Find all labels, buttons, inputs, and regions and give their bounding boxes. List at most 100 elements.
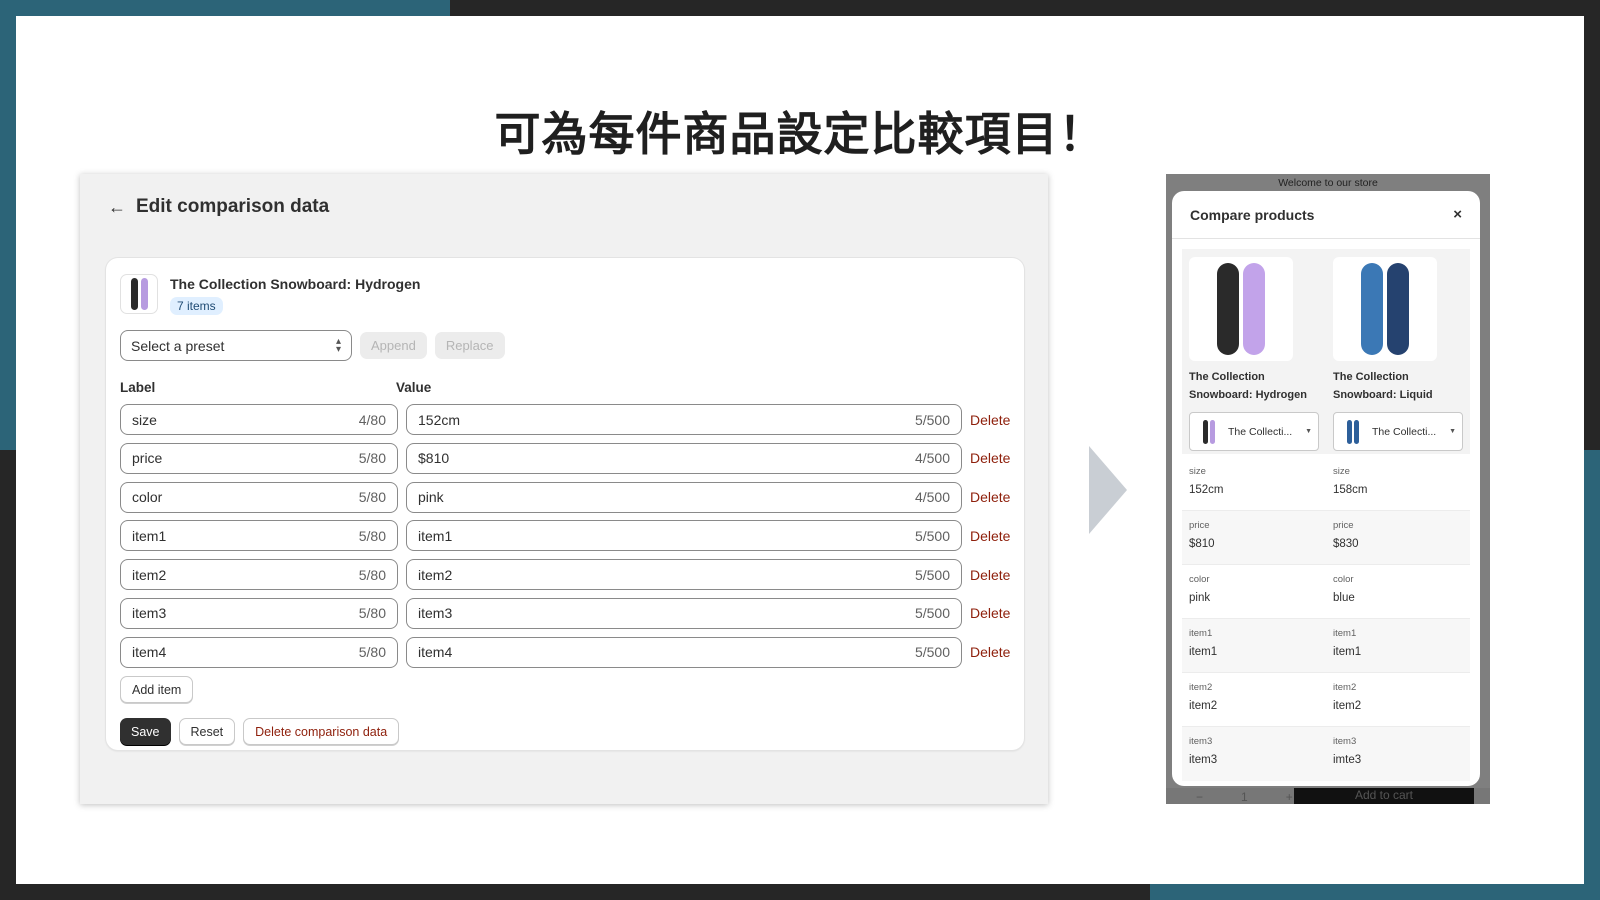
preset-select[interactable]: Select a preset ▴ ▾ [120,330,352,361]
compare-label: color [1189,574,1210,585]
product-select[interactable]: The Collecti... ▼ [1189,412,1319,451]
form-actions: Save Reset Delete comparison data [120,718,400,745]
product-select-thumbnail [1196,418,1222,446]
compare-row: price $810 price $830 [1182,511,1470,565]
label-input[interactable]: item2 5/80 [120,559,398,591]
product-name: The Collection Snowboard: Hydrogen [170,276,421,292]
label-input[interactable]: item4 5/80 [120,636,398,668]
comparison-row: item3 5/80 item3 5/500 Delete [120,597,1010,629]
product-select-thumbnail [1340,418,1366,446]
quantity-stepper: − 1 + [1196,790,1293,804]
add-to-cart-button[interactable]: Add to cart [1294,788,1474,804]
compare-label: item1 [1189,628,1213,639]
compare-row: item2 item2 item2 item2 [1182,673,1470,727]
compare-product-column: The Collection Snowboard: Liquid The Col… [1333,257,1465,451]
value-input[interactable]: 152cm 5/500 [406,404,962,435]
char-count: 5/80 [358,450,386,467]
char-count: 4/80 [358,411,386,428]
qty-minus-button[interactable]: − [1196,790,1203,804]
value-input[interactable]: pink 4/500 [406,481,962,513]
admin-header: ← Edit comparison data [108,196,329,218]
flow-arrow-icon [1089,446,1127,534]
comparison-row: item4 5/80 item4 5/500 Delete [120,636,1010,668]
compare-row: item3 item3 item3 imte3 [1182,727,1470,781]
delete-row-button[interactable]: Delete [970,567,1010,583]
char-count: 5/80 [358,644,386,661]
compare-product-column: The Collection Snowboard: Hydrogen The C… [1189,257,1321,451]
compare-value: $830 [1333,538,1359,550]
char-count: 5/500 [914,605,950,622]
product-image [1189,257,1293,361]
compare-product-name: The Collection Snowboard: Hydrogen [1189,371,1307,401]
add-item-button[interactable]: Add item [120,676,194,703]
product-header: The Collection Snowboard: Hydrogen 7 ite… [120,274,420,315]
items-count-badge: 7 items [170,297,223,315]
compare-label: price [1333,520,1354,531]
modal-header: Compare products × [1172,191,1480,239]
compare-label: size [1333,466,1350,477]
qty-value: 1 [1241,790,1248,804]
label-input[interactable]: color 5/80 [120,481,398,513]
delete-row-button[interactable]: Delete [970,489,1010,505]
delete-row-button[interactable]: Delete [970,412,1010,428]
value-input[interactable]: item3 5/500 [406,597,962,629]
char-count: 5/80 [358,605,386,622]
value-input[interactable]: item2 5/500 [406,559,962,591]
modal-title: Compare products [1190,206,1315,223]
delete-row-button[interactable]: Delete [970,644,1010,660]
comparison-row: color 5/80 pink 4/500 Delete [120,481,1010,513]
compare-value: 152cm [1189,484,1224,496]
compare-row: item1 item1 item1 item1 [1182,619,1470,673]
compare-label: price [1189,520,1210,531]
label-input[interactable]: item1 5/80 [120,520,398,552]
close-icon[interactable]: × [1453,206,1462,223]
delete-comparison-data-button[interactable]: Delete comparison data [243,718,400,745]
value-input[interactable]: $810 4/500 [406,442,962,474]
delete-row-button[interactable]: Delete [970,605,1010,621]
char-count: 5/500 [914,566,950,583]
compare-value: $810 [1189,538,1215,550]
compare-value: 158cm [1333,484,1368,496]
delete-row-button[interactable]: Delete [970,528,1010,544]
product-select-value: The Collecti... [1372,425,1437,438]
storefront-preview: Welcome to our store − 1 + Add to cart C… [1166,174,1490,804]
slide-headline: 可為每件商品設定比較項目！ [494,107,1106,161]
char-count: 5/500 [914,644,950,661]
compare-label: item3 [1189,736,1213,747]
compare-product-name: The Collection Snowboard: Liquid [1333,371,1433,401]
store-announcement: Welcome to our store [1278,177,1378,189]
preset-select-label: Select a preset [131,337,225,354]
compare-label: item2 [1333,682,1357,693]
compare-label: size [1189,466,1206,477]
comparison-row: item2 5/80 item2 5/500 Delete [120,559,1010,591]
char-count: 4/500 [914,489,950,506]
compare-value: blue [1333,592,1355,604]
append-button[interactable]: Append [360,332,427,359]
product-thumbnail [120,274,158,314]
compare-label: color [1333,574,1354,585]
delete-row-button[interactable]: Delete [970,450,1010,466]
comparison-row: price 5/80 $810 4/500 Delete [120,442,1010,474]
label-input[interactable]: price 5/80 [120,442,398,474]
replace-button[interactable]: Replace [434,332,505,359]
char-count: 4/500 [914,450,950,467]
comparison-row: item1 5/80 item1 5/500 Delete [120,520,1010,552]
reset-button[interactable]: Reset [178,718,236,745]
char-count: 5/500 [914,527,950,544]
compare-value: item1 [1189,646,1218,658]
product-select[interactable]: The Collecti... ▼ [1333,412,1463,451]
value-input[interactable]: item4 5/500 [406,636,962,668]
product-image [1333,257,1437,361]
compare-products-area: The Collection Snowboard: Hydrogen The C… [1182,249,1470,454]
qty-plus-button[interactable]: + [1286,790,1293,804]
admin-panel: ← Edit comparison data The Collection Sn… [80,174,1048,804]
label-input[interactable]: item3 5/80 [120,597,398,629]
value-input[interactable]: item1 5/500 [406,520,962,552]
label-column-header: Label [120,380,156,395]
back-arrow-icon[interactable]: ← [108,197,126,218]
label-input[interactable]: size 4/80 [120,404,398,435]
compare-value: pink [1189,592,1211,604]
comparison-card: The Collection Snowboard: Hydrogen 7 ite… [106,258,1024,750]
save-button[interactable]: Save [120,718,171,745]
product-select-value: The Collecti... [1228,425,1293,438]
